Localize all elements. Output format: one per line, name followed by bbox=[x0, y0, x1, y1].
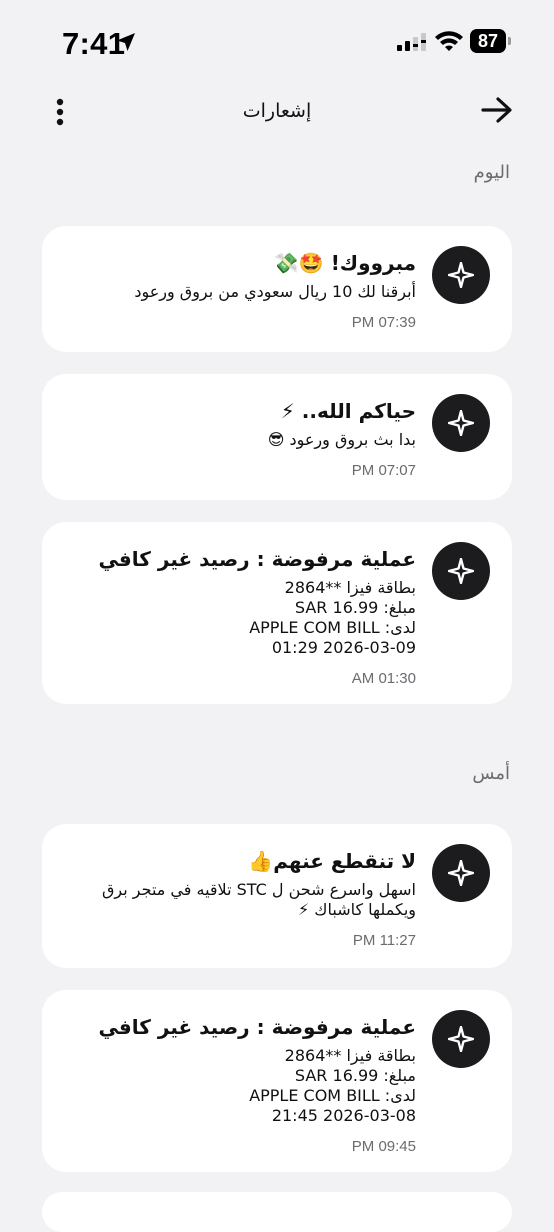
notification-title: عملية مرفوضة : رصيد غير كافي bbox=[98, 1015, 416, 1039]
page-title: إشعارات bbox=[242, 100, 312, 122]
notification-body-line: بدا بث بروق ورعود 😎 bbox=[267, 430, 416, 449]
notification-body-line: 2026-03-08 21:45 bbox=[271, 1106, 416, 1125]
notification-body-line: بطاقة فيزا **2864 bbox=[284, 1046, 416, 1065]
notification-title-emoji: 👍 bbox=[248, 849, 274, 873]
section-title-today: اليوم bbox=[473, 162, 510, 183]
notification-body-line: بطاقة فيزا **2864 bbox=[284, 578, 416, 597]
notification-time: 07:39 PM bbox=[351, 314, 416, 331]
notification-title-emoji: 🤩💸 bbox=[273, 251, 324, 275]
notification-title-text: مبرووك! bbox=[330, 251, 416, 275]
notification-card[interactable]: عملية مرفوضة : رصيد غير كافي بطاقة فيزا … bbox=[42, 990, 512, 1172]
notification-content: عملية مرفوضة : رصيد غير كافي بطاقة فيزا … bbox=[76, 544, 416, 687]
notification-body-line: لدى: APPLE COM BILL bbox=[249, 618, 416, 637]
notification-body-line: مبلغ: SAR 16.99 bbox=[294, 1066, 416, 1085]
notification-title: عملية مرفوضة : رصيد غير كافي bbox=[98, 547, 416, 571]
notification-body: اسهل واسرع شحن ل STC تلاقيه في متجر برق … bbox=[76, 880, 416, 920]
location-arrow-icon bbox=[117, 33, 135, 51]
section-title-yesterday: أمس bbox=[472, 763, 510, 784]
notification-title: مبرووك! 🤩💸 bbox=[76, 248, 416, 278]
notification-title: حياكم الله.. ⚡ bbox=[76, 396, 416, 426]
notification-content: حياكم الله.. ⚡ بدا بث بروق ورعود 😎 07:07… bbox=[76, 396, 416, 479]
sparkle-logo-icon bbox=[448, 1026, 474, 1052]
sparkle-logo-icon bbox=[448, 262, 474, 288]
notification-title: لا تنقطع عنهم👍 bbox=[76, 846, 416, 876]
notification-body-line: 2026-03-09 01:29 bbox=[271, 638, 416, 657]
notification-card[interactable]: لا تنقطع عنهم👍 اسهل واسرع شحن ل STC تلاق… bbox=[42, 824, 512, 968]
notification-body-line: مبلغ: SAR 16.99 bbox=[294, 598, 416, 617]
notification-avatar bbox=[432, 246, 490, 304]
notification-card[interactable]: عملية مرفوضة : رصيد غير كافي بطاقة فيزا … bbox=[42, 522, 512, 704]
notification-card[interactable]: مبرووك! 🤩💸 أبرقنا لك 10 ريال سعودي من بر… bbox=[42, 226, 512, 352]
battery-level: 87 bbox=[470, 29, 506, 53]
notification-card[interactable]: حياكم الله.. ⚡ بدا بث بروق ورعود 😎 07:07… bbox=[42, 374, 512, 500]
notification-body-line: أبرقنا لك 10 ريال سعودي من بروق ورعود bbox=[134, 282, 416, 301]
notification-content: مبرووك! 🤩💸 أبرقنا لك 10 ريال سعودي من بر… bbox=[76, 248, 416, 331]
status-bar: 7:41 87 bbox=[0, 0, 554, 84]
notification-body: بطاقة فيزا **2864 مبلغ: SAR 16.99 لدى: A… bbox=[76, 578, 416, 658]
notification-avatar bbox=[432, 1010, 490, 1068]
notification-time: 07:07 PM bbox=[351, 462, 416, 479]
notification-avatar bbox=[432, 394, 490, 452]
notification-body-line: اسهل واسرع شحن ل STC تلاقيه في متجر برق bbox=[102, 880, 416, 899]
notification-time: 11:27 PM bbox=[352, 932, 416, 949]
battery-cap bbox=[508, 37, 511, 45]
notification-body: بدا بث بروق ورعود 😎 bbox=[76, 430, 416, 450]
notification-avatar bbox=[432, 844, 490, 902]
sparkle-logo-icon bbox=[448, 860, 474, 886]
sparkle-logo-icon bbox=[448, 410, 474, 436]
cellular-signal-icon bbox=[397, 33, 426, 51]
notification-body: بطاقة فيزا **2864 مبلغ: SAR 16.99 لدى: A… bbox=[76, 1046, 416, 1126]
battery-icon: 87 bbox=[470, 29, 514, 53]
notification-time: 01:30 AM bbox=[351, 670, 416, 687]
notification-content: لا تنقطع عنهم👍 اسهل واسرع شحن ل STC تلاق… bbox=[76, 846, 416, 949]
notification-title-text: لا تنقطع عنهم bbox=[273, 849, 416, 873]
notification-content: عملية مرفوضة : رصيد غير كافي بطاقة فيزا … bbox=[76, 1012, 416, 1155]
header: إشعارات bbox=[0, 84, 554, 138]
notification-title-text: حياكم الله.. bbox=[301, 399, 416, 423]
notification-body-line: ويكملها كاشباك ⚡ bbox=[297, 900, 416, 919]
wifi-icon bbox=[435, 31, 463, 51]
notification-body-line: لدى: APPLE COM BILL bbox=[249, 1086, 416, 1105]
notification-avatar bbox=[432, 542, 490, 600]
notification-time: 09:45 PM bbox=[351, 1138, 416, 1155]
notification-body: أبرقنا لك 10 ريال سعودي من بروق ورعود bbox=[76, 282, 416, 302]
back-arrow-icon[interactable] bbox=[480, 96, 514, 124]
notification-title-emoji: ⚡ bbox=[280, 399, 295, 423]
sparkle-logo-icon bbox=[448, 558, 474, 584]
notification-card-partial[interactable] bbox=[42, 1192, 512, 1232]
